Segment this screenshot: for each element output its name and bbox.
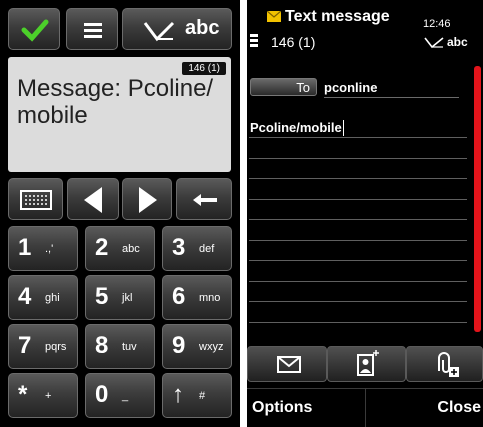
key-number: 5 xyxy=(95,283,109,310)
keypad-screen: abc 146 (1) Message: Pcoline/ mobile 1.,… xyxy=(0,0,240,427)
options-softkey[interactable]: Options xyxy=(247,388,365,427)
checkmark-icon xyxy=(21,19,49,42)
to-button[interactable]: To xyxy=(250,78,317,96)
key-number: 9 xyxy=(172,332,186,359)
cursor-left-button[interactable] xyxy=(67,178,119,220)
ruled-line xyxy=(249,260,467,261)
ruled-line xyxy=(249,199,467,200)
mode-label: abc xyxy=(185,17,220,39)
to-label: To xyxy=(296,80,310,95)
backspace-icon xyxy=(193,194,217,206)
status-bar: Text message 12:46 146 (1) abc xyxy=(247,0,483,64)
key-letters: _ xyxy=(122,390,129,402)
pen-icon xyxy=(143,21,175,42)
arrow-left-icon xyxy=(84,187,102,213)
pen-icon xyxy=(424,37,444,49)
message-text: Message: Pcoline/ mobile xyxy=(17,75,214,129)
ruled-line xyxy=(249,178,467,179)
recipient-underline xyxy=(324,97,459,98)
send-button[interactable] xyxy=(247,346,327,382)
key-number: 6 xyxy=(172,283,186,310)
close-softkey[interactable]: Close xyxy=(365,388,483,427)
key-letters: # xyxy=(199,390,206,402)
key-5[interactable]: 5 jkl xyxy=(85,275,155,320)
key-11[interactable]: 0 _ xyxy=(85,373,155,418)
insert-contact-button[interactable] xyxy=(327,346,406,382)
screen-title: Text message xyxy=(285,8,390,25)
close-label: Close xyxy=(437,399,481,416)
contact-book-icon xyxy=(357,350,379,376)
envelope-icon xyxy=(267,11,281,22)
ruled-line xyxy=(249,240,467,241)
ruled-line xyxy=(249,322,467,323)
clock: 12:46 xyxy=(423,18,451,30)
key-3[interactable]: 3 def xyxy=(162,226,232,271)
key-number: 0 xyxy=(95,381,109,408)
key-letters: pqrs xyxy=(45,341,67,353)
backspace-button[interactable] xyxy=(176,178,232,220)
key-1[interactable]: 1 .,' xyxy=(8,226,78,271)
key-letters: wxyz xyxy=(199,341,224,353)
char-counter: 146 (1) xyxy=(271,34,316,50)
confirm-button[interactable] xyxy=(8,8,60,50)
key-letters: + xyxy=(45,390,52,402)
key-number: 3 xyxy=(172,234,186,261)
key-letters: .,' xyxy=(45,243,54,255)
key-number: * xyxy=(18,381,28,408)
options-label: Options xyxy=(252,399,313,416)
key-2[interactable]: 2 abc xyxy=(85,226,155,271)
message-display[interactable]: 146 (1) Message: Pcoline/ mobile xyxy=(8,57,231,172)
key-number: 7 xyxy=(18,332,32,359)
key-number: 1 xyxy=(18,234,32,261)
key-12[interactable]: ↑ # xyxy=(162,373,232,418)
arrow-right-icon xyxy=(139,187,157,213)
key-number: 4 xyxy=(18,283,32,310)
key-6[interactable]: 6 mno xyxy=(162,275,232,320)
options-menu-button[interactable] xyxy=(66,8,118,50)
key-number: 2 xyxy=(95,234,109,261)
attachment-icon xyxy=(438,352,459,377)
key-number: 8 xyxy=(95,332,109,359)
message-body-text[interactable]: Pcoline/mobile xyxy=(250,120,342,135)
key-letters: abc xyxy=(122,243,140,255)
char-counter: 146 (1) xyxy=(182,62,226,75)
ruled-line xyxy=(249,137,467,138)
key-letters: jkl xyxy=(122,292,133,304)
key-10[interactable]: * + xyxy=(8,373,78,418)
attach-button[interactable] xyxy=(406,346,483,382)
cursor-right-button[interactable] xyxy=(122,178,172,220)
text-cursor xyxy=(343,120,344,136)
menu-icon xyxy=(84,23,102,38)
recipient-field[interactable]: pconline xyxy=(324,80,377,95)
key-8[interactable]: 8 tuv xyxy=(85,324,155,369)
key-9[interactable]: 9 wxyz xyxy=(162,324,232,369)
keyboard-icon xyxy=(20,190,52,210)
mode-label: abc xyxy=(447,35,468,49)
scrollbar[interactable] xyxy=(474,66,481,332)
keyboard-toggle-button[interactable] xyxy=(8,178,63,220)
signal-icon xyxy=(250,34,258,47)
message-editor-screen: Text message 12:46 146 (1) abc To pconli… xyxy=(247,0,483,427)
input-mode-button[interactable]: abc xyxy=(122,8,232,50)
ruled-line xyxy=(249,301,467,302)
ruled-line xyxy=(249,158,467,159)
key-number: ↑ xyxy=(172,381,184,408)
key-letters: ghi xyxy=(45,292,60,304)
envelope-icon xyxy=(277,356,301,373)
key-letters: def xyxy=(199,243,215,255)
ruled-line xyxy=(249,281,467,282)
scrollbar-thumb[interactable] xyxy=(474,66,481,332)
key-letters: mno xyxy=(199,292,221,304)
key-letters: tuv xyxy=(122,341,137,353)
ruled-line xyxy=(249,219,467,220)
key-4[interactable]: 4 ghi xyxy=(8,275,78,320)
key-7[interactable]: 7 pqrs xyxy=(8,324,78,369)
